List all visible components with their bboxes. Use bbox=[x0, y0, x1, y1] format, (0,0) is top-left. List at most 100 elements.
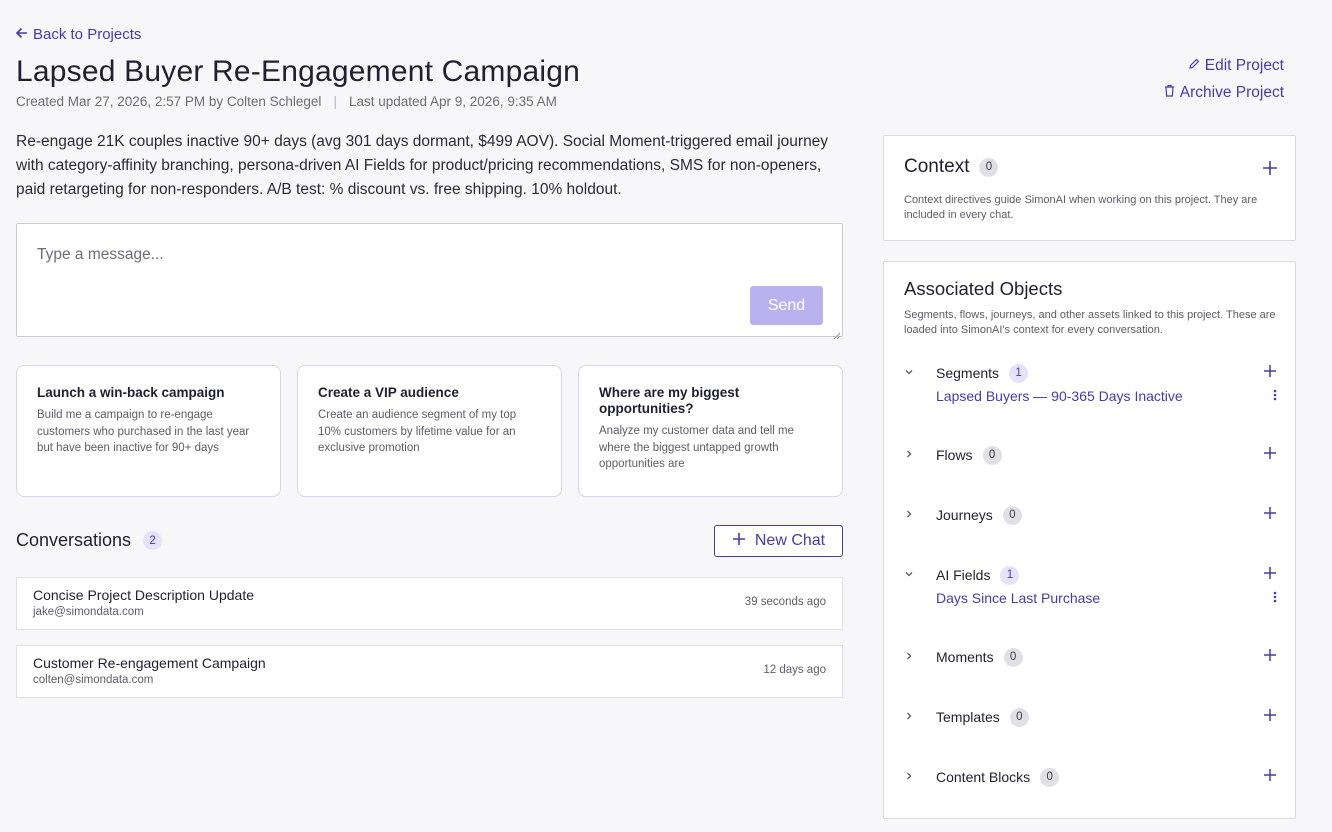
associated-description: Segments, flows, journeys, and other ass… bbox=[904, 309, 1276, 336]
plus-icon bbox=[1264, 769, 1276, 781]
message-input[interactable]: Type a message... bbox=[37, 246, 164, 264]
conversation-row[interactable]: Concise Project Description Update jake@… bbox=[16, 577, 843, 630]
section-label[interactable]: Segments bbox=[936, 365, 999, 381]
new-chat-button[interactable]: New Chat bbox=[714, 525, 843, 557]
back-label: Back to Projects bbox=[33, 26, 142, 43]
kebab-icon[interactable] bbox=[1273, 388, 1277, 406]
new-chat-label: New Chat bbox=[754, 532, 826, 549]
section-segments: Segments 1 Lapsed Buyers — 90-365 Days I… bbox=[904, 361, 1277, 408]
section-journeys: Journeys 0 bbox=[904, 505, 1276, 525]
conversation-time: 39 seconds ago bbox=[744, 596, 826, 608]
resize-grip-icon[interactable] bbox=[833, 327, 841, 340]
suggestion-card-vip[interactable]: Create a VIP audience Create an audience… bbox=[297, 365, 562, 497]
section-label[interactable]: Journeys bbox=[936, 507, 993, 523]
suggestion-title: Where are my biggest opportunities? bbox=[599, 385, 740, 416]
chevron-right-icon[interactable] bbox=[904, 509, 920, 522]
add-context-button[interactable] bbox=[1263, 155, 1277, 181]
section-label[interactable]: Moments bbox=[936, 649, 994, 665]
suggestion-body: Create an audience segment of my top 10%… bbox=[318, 409, 517, 454]
section-count-badge: 0 bbox=[1003, 647, 1023, 667]
updated-info: Last updated Apr 9, 2026, 9:35 AM bbox=[348, 94, 557, 109]
project-description: Re-engage 21K couples inactive 90+ days … bbox=[16, 133, 829, 198]
suggestion-body: Build me a campaign to re-engage custome… bbox=[37, 409, 250, 454]
project-actions: Edit Project Archive Project bbox=[1164, 57, 1284, 102]
section-ai-fields: AI Fields 1 Days Since Last Purchase bbox=[904, 563, 1277, 610]
suggestion-card-winback[interactable]: Launch a win-back campaign Build me a ca… bbox=[16, 365, 281, 497]
plus-icon bbox=[1264, 507, 1276, 519]
conversation-title: Concise Project Description Update bbox=[33, 587, 254, 603]
segment-item-label[interactable]: Lapsed Buyers — 90-365 Days Inactive bbox=[936, 388, 1183, 404]
ai-field-item-label[interactable]: Days Since Last Purchase bbox=[936, 590, 1100, 606]
arrow-left-icon bbox=[15, 26, 28, 43]
section-count-badge: 1 bbox=[1000, 565, 1020, 585]
send-button[interactable]: Send bbox=[750, 286, 823, 325]
chevron-right-icon[interactable] bbox=[904, 771, 920, 784]
section-count-badge: 0 bbox=[1009, 707, 1029, 727]
edit-project-button[interactable]: Edit Project bbox=[1188, 57, 1284, 75]
plus-icon bbox=[1264, 567, 1276, 579]
suggestion-title: Create a VIP audience bbox=[318, 385, 459, 400]
section-label[interactable]: Content Blocks bbox=[936, 769, 1030, 785]
section-label[interactable]: Templates bbox=[936, 709, 1000, 725]
conversation-email: colten@simondata.com bbox=[33, 674, 154, 686]
associated-heading: Associated Objects bbox=[904, 278, 1063, 299]
section-moments: Moments 0 bbox=[904, 647, 1276, 667]
chevron-down-icon[interactable] bbox=[904, 367, 920, 380]
conversation-title: Customer Re-engagement Campaign bbox=[33, 655, 266, 671]
context-header: Context 0 bbox=[904, 156, 1275, 178]
section-count-badge: 1 bbox=[1009, 363, 1029, 383]
plus-icon bbox=[1264, 365, 1276, 377]
plus-icon bbox=[1264, 709, 1276, 721]
page-title: Lapsed Buyer Re-Engagement Campaign bbox=[16, 55, 581, 88]
suggestion-body: Analyze my customer data and tell me whe… bbox=[599, 425, 794, 470]
conversations-heading: Conversations bbox=[16, 530, 132, 550]
message-composer[interactable]: Type a message... Send bbox=[16, 223, 843, 340]
project-meta: Created Mar 27, 2026, 2:57 PM by Colten … bbox=[16, 94, 557, 109]
section-flows: Flows 0 bbox=[904, 445, 1276, 465]
meta-separator: | bbox=[333, 94, 337, 109]
context-heading: Context bbox=[904, 156, 970, 177]
plus-icon bbox=[1263, 161, 1277, 175]
context-count-badge: 0 bbox=[979, 157, 999, 177]
chevron-right-icon[interactable] bbox=[904, 711, 920, 724]
chevron-right-icon[interactable] bbox=[904, 651, 920, 664]
add-ai-field-button[interactable] bbox=[1264, 563, 1276, 584]
add-flow-button[interactable] bbox=[1264, 443, 1276, 464]
add-moment-button[interactable] bbox=[1264, 645, 1276, 666]
section-content-blocks: Content Blocks 0 bbox=[904, 767, 1276, 787]
trash-icon bbox=[1164, 84, 1175, 102]
created-info: Created Mar 27, 2026, 2:57 PM by Colten … bbox=[16, 94, 322, 109]
plus-icon bbox=[732, 532, 746, 551]
ai-field-item[interactable]: Days Since Last Purchase bbox=[936, 590, 1277, 610]
add-template-button[interactable] bbox=[1264, 705, 1276, 726]
suggestion-card-opportunities[interactable]: Where are my biggest opportunities? Anal… bbox=[578, 365, 843, 497]
conversations-header: Conversations 2 bbox=[16, 530, 163, 551]
context-description: Context directives guide SimonAI when wo… bbox=[904, 194, 1258, 221]
archive-project-button[interactable]: Archive Project bbox=[1164, 84, 1284, 102]
associated-objects-panel: Associated Objects Segments, flows, jour… bbox=[883, 261, 1296, 819]
kebab-icon[interactable] bbox=[1273, 590, 1277, 608]
section-label[interactable]: Flows bbox=[936, 447, 973, 463]
add-journey-button[interactable] bbox=[1264, 503, 1276, 524]
suggestion-cards: Launch a win-back campaign Build me a ca… bbox=[16, 365, 843, 497]
back-to-projects-link[interactable]: Back to Projects bbox=[15, 26, 142, 43]
conversation-email: jake@simondata.com bbox=[33, 606, 144, 618]
chevron-down-icon[interactable] bbox=[904, 569, 920, 582]
add-segment-button[interactable] bbox=[1264, 361, 1276, 382]
pencil-icon bbox=[1188, 57, 1200, 75]
archive-project-label: Archive Project bbox=[1179, 84, 1284, 101]
plus-icon bbox=[1264, 649, 1276, 661]
plus-icon bbox=[1264, 447, 1276, 459]
conversation-time: 12 days ago bbox=[763, 664, 826, 676]
chevron-right-icon[interactable] bbox=[904, 449, 920, 462]
section-count-badge: 0 bbox=[982, 445, 1002, 465]
context-panel: Context 0 Context directives guide Simon… bbox=[883, 135, 1296, 241]
conversation-row[interactable]: Customer Re-engagement Campaign colten@s… bbox=[16, 645, 843, 698]
segment-item[interactable]: Lapsed Buyers — 90-365 Days Inactive bbox=[936, 388, 1277, 408]
section-templates: Templates 0 bbox=[904, 707, 1276, 727]
add-content-block-button[interactable] bbox=[1264, 765, 1276, 786]
edit-project-label: Edit Project bbox=[1204, 57, 1284, 74]
section-count-badge: 0 bbox=[1002, 505, 1022, 525]
section-label[interactable]: AI Fields bbox=[936, 567, 990, 583]
conversations-count-badge: 2 bbox=[143, 531, 163, 550]
